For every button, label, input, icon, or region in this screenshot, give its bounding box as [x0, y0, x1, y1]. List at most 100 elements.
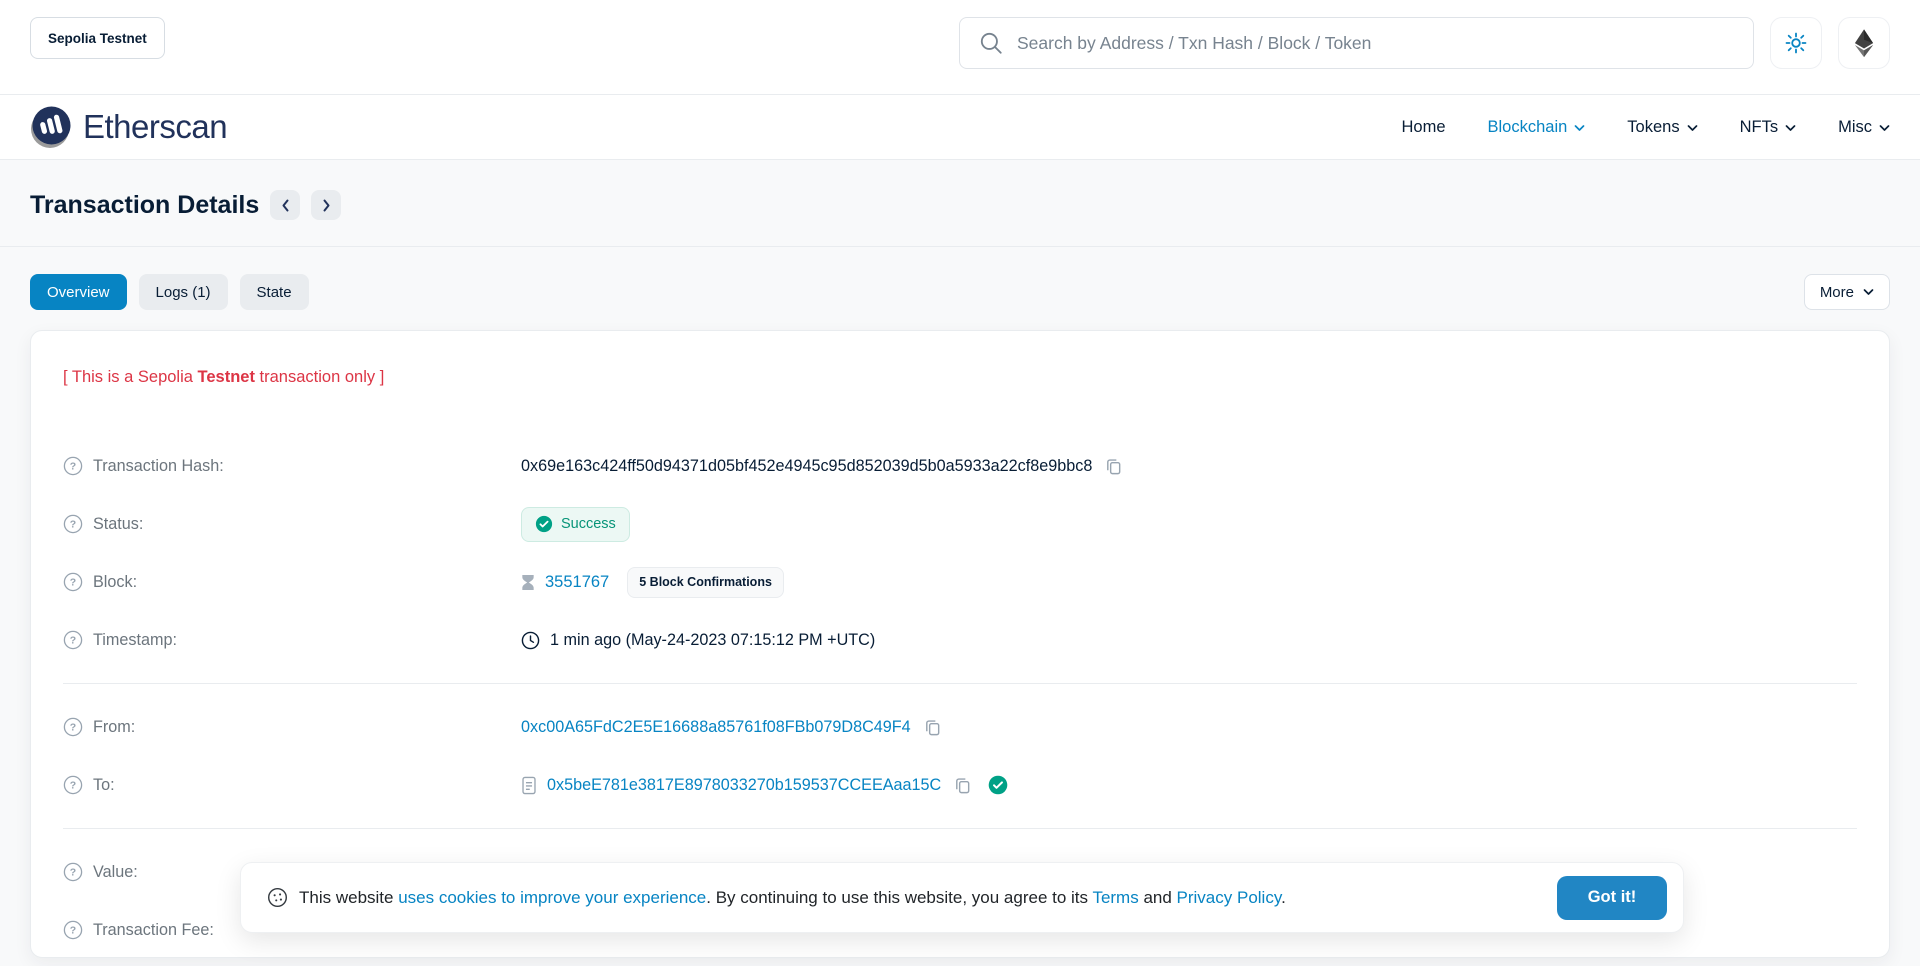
tab-state[interactable]: State	[240, 274, 309, 310]
topbar-right-group	[959, 17, 1890, 69]
cookies-info-link[interactable]: uses cookies to improve your experience	[398, 888, 706, 907]
chevron-left-icon	[281, 199, 290, 212]
tab-overview[interactable]: Overview	[30, 274, 127, 310]
value-label: Value:	[93, 863, 138, 882]
cookie-icon	[267, 887, 288, 908]
svg-text:?: ?	[70, 780, 76, 792]
rows-group-2: ? From: 0xc00A65FdC2E5E16688a85761f08FBb…	[63, 698, 1857, 814]
search-input[interactable]	[1017, 33, 1735, 54]
contract-document-icon	[521, 776, 537, 795]
brand-name: Etherscan	[83, 108, 227, 146]
nav-label: Home	[1401, 118, 1445, 137]
ethereum-icon	[1854, 28, 1874, 58]
clock-icon	[521, 631, 540, 650]
svg-text:?: ?	[70, 867, 76, 879]
help-icon[interactable]: ?	[63, 920, 83, 940]
sun-icon	[1784, 31, 1808, 55]
svg-text:?: ?	[70, 925, 76, 937]
transaction-hash-label: Transaction Hash:	[93, 457, 224, 476]
main-header: Etherscan Home Blockchain Tokens NFTs	[0, 95, 1920, 160]
section-divider	[63, 828, 1857, 829]
from-address-link[interactable]: 0xc00A65FdC2E5E16688a85761f08FBb079D8C49…	[521, 718, 911, 737]
row-status: ? Status: Success	[63, 495, 1857, 553]
nav-item-nfts[interactable]: NFTs	[1740, 118, 1797, 137]
nav-label: Tokens	[1627, 118, 1679, 137]
network-selector-button[interactable]: Sepolia Testnet	[30, 17, 165, 59]
title-divider	[0, 246, 1920, 247]
svg-text:?: ?	[70, 461, 76, 473]
svg-text:?: ?	[70, 722, 76, 734]
tabs-row: Overview Logs (1) State More	[30, 274, 1890, 310]
chevron-down-icon	[1863, 288, 1874, 296]
nav-item-home[interactable]: Home	[1401, 118, 1445, 137]
status-badge: Success	[521, 507, 630, 542]
page-title-row: Transaction Details	[0, 160, 1920, 226]
rows-group-1: ? Transaction Hash: 0x69e163c424ff50d943…	[63, 437, 1857, 669]
more-button[interactable]: More	[1804, 274, 1890, 310]
row-timestamp: ? Timestamp: 1 min ago (May-24-2023 07:1…	[63, 611, 1857, 669]
row-to: ? To: 0x5beE781e3817E8978033270b159537CC…	[63, 756, 1857, 814]
theme-toggle-button[interactable]	[1770, 17, 1822, 69]
help-icon[interactable]: ?	[63, 456, 83, 476]
timestamp-label: Timestamp:	[93, 631, 177, 650]
chevron-right-icon	[322, 199, 331, 212]
previous-transaction-button[interactable]	[270, 190, 300, 220]
notice-suffix: transaction only ]	[255, 368, 384, 386]
cookie-text-part: .	[1281, 888, 1286, 907]
chevron-down-icon	[1687, 122, 1698, 132]
cookie-consent-banner: This website uses cookies to improve you…	[240, 862, 1684, 933]
help-icon[interactable]: ?	[63, 572, 83, 592]
copy-icon[interactable]	[1104, 457, 1123, 476]
chevron-down-icon	[1785, 122, 1796, 132]
copy-icon[interactable]	[953, 776, 972, 795]
help-icon[interactable]: ?	[63, 717, 83, 737]
got-it-button[interactable]: Got it!	[1557, 876, 1667, 920]
block-label: Block:	[93, 573, 137, 592]
etherscan-logo[interactable]: Etherscan	[30, 105, 227, 149]
chevron-down-icon	[1879, 122, 1890, 132]
notice-prefix: [ This is a Sepolia	[63, 368, 198, 386]
cookie-text-part: and	[1139, 888, 1177, 907]
transaction-hash-value: 0x69e163c424ff50d94371d05bf452e4945c95d8…	[521, 457, 1092, 476]
nav-label: Blockchain	[1488, 118, 1568, 137]
cookie-message: This website uses cookies to improve you…	[299, 888, 1286, 908]
row-block: ? Block: 3551767 5 Block Confirmations	[63, 553, 1857, 611]
nav-item-misc[interactable]: Misc	[1838, 118, 1890, 137]
svg-text:?: ?	[70, 519, 76, 531]
next-transaction-button[interactable]	[311, 190, 341, 220]
help-icon[interactable]: ?	[63, 630, 83, 650]
network-eth-button[interactable]	[1838, 17, 1890, 69]
hourglass-icon	[521, 574, 535, 591]
cookie-text-part: . By continuing to use this website, you…	[706, 888, 1092, 907]
block-number-link[interactable]: 3551767	[545, 573, 609, 592]
nav-label: Misc	[1838, 118, 1872, 137]
transaction-fee-label: Transaction Fee:	[93, 921, 214, 940]
check-circle-icon	[535, 515, 553, 533]
svg-text:?: ?	[70, 635, 76, 647]
terms-link[interactable]: Terms	[1092, 888, 1138, 907]
timestamp-value: 1 min ago (May-24-2023 07:15:12 PM +UTC)	[550, 631, 875, 650]
to-address-link[interactable]: 0x5beE781e3817E8978033270b159537CCEEAaa1…	[547, 776, 941, 795]
tab-list: Overview Logs (1) State	[30, 274, 309, 310]
status-badge-text: Success	[561, 516, 616, 532]
top-bar: Sepolia Testnet	[0, 0, 1920, 95]
etherscan-logo-icon	[30, 105, 74, 149]
privacy-policy-link[interactable]: Privacy Policy	[1177, 888, 1282, 907]
search-box[interactable]	[959, 17, 1754, 69]
from-label: From:	[93, 718, 135, 737]
nav-item-blockchain[interactable]: Blockchain	[1488, 118, 1586, 137]
svg-text:?: ?	[70, 577, 76, 589]
help-icon[interactable]: ?	[63, 514, 83, 534]
row-transaction-hash: ? Transaction Hash: 0x69e163c424ff50d943…	[63, 437, 1857, 495]
help-icon[interactable]: ?	[63, 862, 83, 882]
help-icon[interactable]: ?	[63, 775, 83, 795]
nav-item-tokens[interactable]: Tokens	[1627, 118, 1697, 137]
testnet-notice: [ This is a Sepolia Testnet transaction …	[63, 365, 1857, 389]
copy-icon[interactable]	[923, 718, 942, 737]
cookie-text-part: This website	[299, 888, 398, 907]
tab-logs[interactable]: Logs (1)	[139, 274, 228, 310]
chevron-down-icon	[1574, 122, 1585, 132]
more-label: More	[1820, 284, 1854, 301]
nav-label: NFTs	[1740, 118, 1779, 137]
search-icon	[978, 30, 1004, 56]
